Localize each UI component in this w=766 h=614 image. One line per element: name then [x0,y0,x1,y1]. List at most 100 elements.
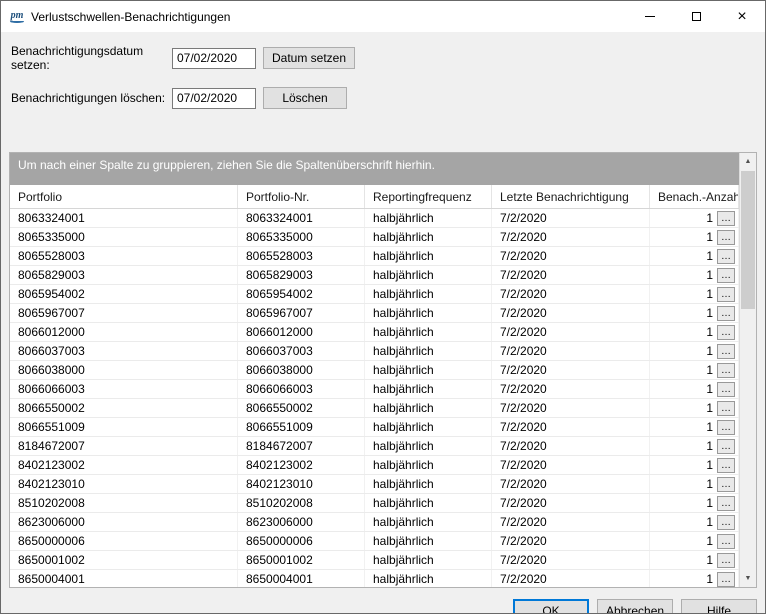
table-row[interactable]: 8184672007 8184672007 halbjährlich 7/2/2… [10,437,739,456]
table-row[interactable]: 8065335000 8065335000 halbjährlich 7/2/2… [10,228,739,247]
row-options-button[interactable]: … [717,420,735,435]
table-row[interactable]: 8066551009 8066551009 halbjährlich 7/2/2… [10,418,739,437]
cell-benach-anzahl: 1 … [650,266,739,284]
cell-letzte-benachrichtigung: 7/2/2020 [492,456,650,474]
row-options-button[interactable]: … [717,572,735,587]
footer-buttons: OK Abbrechen Hilfe [1,588,765,614]
table-row[interactable]: 8066012000 8066012000 halbjährlich 7/2/2… [10,323,739,342]
set-date-button[interactable]: Datum setzen [263,47,355,69]
table-row[interactable]: 8650000006 8650000006 halbjährlich 7/2/2… [10,532,739,551]
column-header-portfolio-nr[interactable]: Portfolio-Nr. [238,185,365,208]
cell-portfolio: 8650001002 [10,551,238,569]
row-options-button[interactable]: … [717,306,735,321]
cell-portfolio: 8066012000 [10,323,238,341]
set-date-input[interactable] [172,48,256,69]
row-options-button[interactable]: … [717,344,735,359]
cell-portfolio-nr: 8402123010 [238,475,365,493]
table-row[interactable]: 8402123002 8402123002 halbjährlich 7/2/2… [10,456,739,475]
notification-count: 1 [706,268,713,282]
grid-body: 8063324001 8063324001 halbjährlich 7/2/2… [10,209,739,587]
column-header-portfolio[interactable]: Portfolio [10,185,238,208]
scroll-up-icon[interactable]: ▲ [740,153,756,170]
minimize-button[interactable] [627,1,673,32]
cancel-button[interactable]: Abbrechen [597,599,673,614]
cell-reportingfrequenz: halbjährlich [365,399,492,417]
row-options-button[interactable]: … [717,458,735,473]
ok-button[interactable]: OK [513,599,589,614]
table-row[interactable]: 8065967007 8065967007 halbjährlich 7/2/2… [10,304,739,323]
cell-reportingfrequenz: halbjährlich [365,475,492,493]
table-row[interactable]: 8065954002 8065954002 halbjährlich 7/2/2… [10,285,739,304]
notification-count: 1 [706,287,713,301]
notification-count: 1 [706,249,713,263]
cell-portfolio-nr: 8066038000 [238,361,365,379]
cell-benach-anzahl: 1 … [650,323,739,341]
table-row[interactable]: 8063324001 8063324001 halbjährlich 7/2/2… [10,209,739,228]
table-row[interactable]: 8623006000 8623006000 halbjährlich 7/2/2… [10,513,739,532]
cell-portfolio: 8510202008 [10,494,238,512]
table-row[interactable]: 8402123010 8402123010 halbjährlich 7/2/2… [10,475,739,494]
notification-count: 1 [706,363,713,377]
notification-count: 1 [706,553,713,567]
row-options-button[interactable]: … [717,382,735,397]
table-row[interactable]: 8065829003 8065829003 halbjährlich 7/2/2… [10,266,739,285]
table-row[interactable]: 8510202008 8510202008 halbjährlich 7/2/2… [10,494,739,513]
row-options-button[interactable]: … [717,477,735,492]
scroll-down-icon[interactable]: ▼ [740,570,756,587]
cell-benach-anzahl: 1 … [650,342,739,360]
cell-benach-anzahl: 1 … [650,247,739,265]
notification-count: 1 [706,306,713,320]
cell-benach-anzahl: 1 … [650,399,739,417]
cell-benach-anzahl: 1 … [650,228,739,246]
row-options-button[interactable]: … [717,230,735,245]
table-row[interactable]: 8066037003 8066037003 halbjährlich 7/2/2… [10,342,739,361]
cell-benach-anzahl: 1 … [650,532,739,550]
row-options-button[interactable]: … [717,363,735,378]
scrollbar-thumb[interactable] [741,171,755,309]
pm-logo-text: pm [11,11,24,20]
window-title: Verlustschwellen-Benachrichtigungen [31,10,230,24]
column-header-benach-anzahl[interactable]: Benach.-Anzahl [650,185,739,208]
cell-portfolio: 8065954002 [10,285,238,303]
cell-portfolio-nr: 8063324001 [238,209,365,227]
cell-reportingfrequenz: halbjährlich [365,494,492,512]
row-options-button[interactable]: … [717,496,735,511]
clear-date-input[interactable] [172,88,256,109]
row-options-button[interactable]: … [717,401,735,416]
table-row[interactable]: 8650004001 8650004001 halbjährlich 7/2/2… [10,570,739,587]
row-options-button[interactable]: … [717,211,735,226]
row-options-button[interactable]: … [717,268,735,283]
row-options-button[interactable]: … [717,325,735,340]
help-button[interactable]: Hilfe [681,599,757,614]
column-header-letzte-benachrichtigung[interactable]: Letzte Benachrichtigung [492,185,650,208]
table-row[interactable]: 8065528003 8065528003 halbjährlich 7/2/2… [10,247,739,266]
row-options-button[interactable]: … [717,287,735,302]
vertical-scrollbar[interactable]: ▲ ▼ [739,153,756,587]
set-date-row: Benachrichtigungsdatum setzen: Datum set… [11,44,755,72]
cell-portfolio-nr: 8065335000 [238,228,365,246]
cell-benach-anzahl: 1 … [650,380,739,398]
maximize-button[interactable] [673,1,719,32]
column-header-reportingfrequenz[interactable]: Reportingfrequenz [365,185,492,208]
cell-portfolio-nr: 8065954002 [238,285,365,303]
close-button[interactable]: × [719,1,765,32]
row-options-button[interactable]: … [717,515,735,530]
cell-reportingfrequenz: halbjährlich [365,513,492,531]
clear-date-button[interactable]: Löschen [263,87,347,109]
cell-reportingfrequenz: halbjährlich [365,266,492,284]
table-row[interactable]: 8650001002 8650001002 halbjährlich 7/2/2… [10,551,739,570]
row-options-button[interactable]: … [717,249,735,264]
group-by-hint-bar[interactable]: Um nach einer Spalte zu gruppieren, zieh… [10,153,739,185]
cell-letzte-benachrichtigung: 7/2/2020 [492,418,650,436]
cell-portfolio-nr: 8065829003 [238,266,365,284]
table-row[interactable]: 8066066003 8066066003 halbjährlich 7/2/2… [10,380,739,399]
cell-benach-anzahl: 1 … [650,361,739,379]
table-row[interactable]: 8066038000 8066038000 halbjährlich 7/2/2… [10,361,739,380]
row-options-button[interactable]: … [717,439,735,454]
row-options-button[interactable]: … [717,553,735,568]
row-options-button[interactable]: … [717,534,735,549]
grid-header-row: Portfolio Portfolio-Nr. Reportingfrequen… [10,185,739,209]
cell-portfolio: 8402123002 [10,456,238,474]
table-row[interactable]: 8066550002 8066550002 halbjährlich 7/2/2… [10,399,739,418]
cell-reportingfrequenz: halbjährlich [365,228,492,246]
